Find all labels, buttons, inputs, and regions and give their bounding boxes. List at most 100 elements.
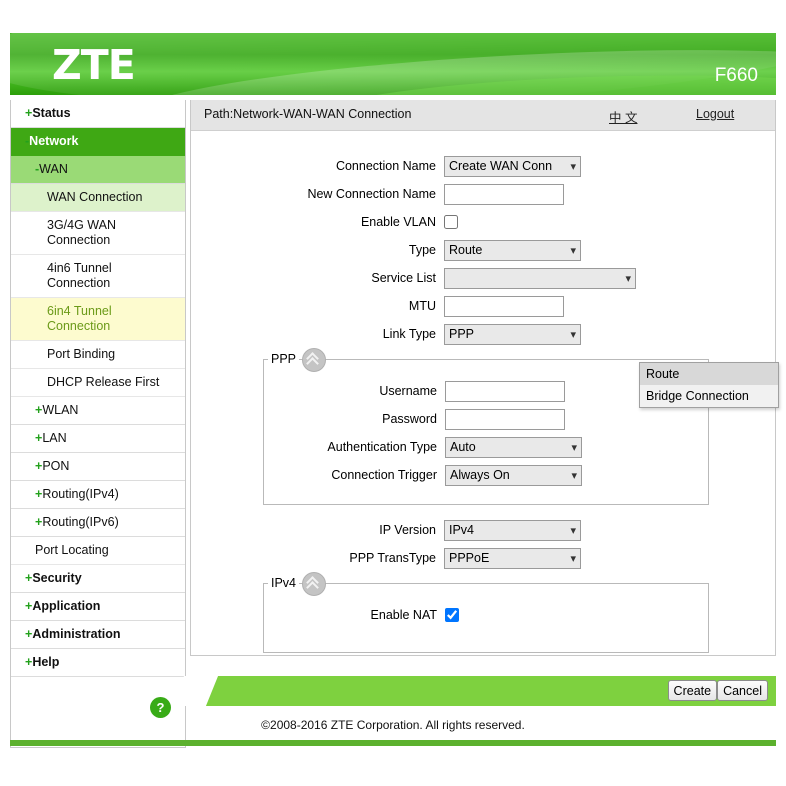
footer-green-bar [10,740,776,746]
sidebar-item-routing-ipv6[interactable]: +Routing(IPv6) [11,509,185,537]
sidebar-item-label: 4in6 Tunnel Connection [47,261,112,290]
connection-trigger-value: Always On [450,467,510,482]
ppp-transtype-label: PPP TransType [349,551,436,565]
connection-name-select[interactable]: Create WAN Conn ▾ [444,155,581,177]
ip-version-label: IP Version [379,523,436,537]
sidebar-nav: +Status -Network -WAN WAN Connection 3G/4G W… [10,100,186,748]
sidebar-item-label: 6in4 Tunnel Connection [47,304,112,333]
sidebar-item-lan[interactable]: +LAN [11,425,185,453]
chevron-down-icon: ▾ [570,328,576,341]
ipv4-section: IPv4 Enable NAT [263,572,709,653]
sidebar-item-routing-ipv4[interactable]: +Routing(IPv4) [11,481,185,509]
ip-version-value: IPv4 [449,522,475,537]
chevron-down-icon: ▾ [570,160,576,173]
password-input[interactable] [445,408,565,430]
type-dropdown-menu[interactable]: Route Bridge Connection [639,362,779,408]
enable-vlan-field [444,215,458,230]
service-list-label: Service List [371,271,436,285]
connection-name-value: Create WAN Conn [449,158,553,173]
sidebar-item-3g-4g-wan-connection[interactable]: 3G/4G WAN Connection [11,212,185,255]
cancel-button[interactable]: Cancel [717,680,768,701]
sidebar-item-port-locating[interactable]: Port Locating [11,537,185,565]
row-type: Type Route ▾ [191,237,775,263]
sidebar-item-label: Application [32,599,101,613]
type-label: Type [408,243,436,257]
row-ip-version: IP Version IPv4 ▾ [191,517,775,543]
action-bar: Create Cancel [171,676,776,706]
sidebar-item-help[interactable]: +Help [11,649,185,677]
chevron-down-icon: ▾ [625,272,631,285]
type-field: Route ▾ [444,239,581,261]
connection-name-field: Create WAN Conn ▾ [444,155,581,177]
connection-trigger-label: Connection Trigger [331,468,437,482]
sidebar-item-4in6-tunnel-connection[interactable]: 4in6 Tunnel Connection [11,255,185,298]
enable-nat-label: Enable NAT [370,608,437,622]
enable-vlan-checkbox[interactable] [444,215,458,230]
connection-name-label: Connection Name [335,159,436,173]
breadcrumb-bar: Path:Network-WAN-WAN Connection 中 文 Logo… [191,100,775,131]
device-model-label: F660 [714,65,758,86]
enable-vlan-label: Enable VLAN [360,215,436,229]
ip-version-select[interactable]: IPv4 ▾ [444,519,581,541]
sidebar-item-label: WAN [39,162,68,176]
service-list-select[interactable]: ▾ [444,267,636,289]
language-switch-link[interactable]: 中 文 [609,107,637,126]
sidebar-item-label: DHCP Release First [47,375,160,389]
sidebar-item-label: Network [29,134,79,148]
ppp-section-title: PPP [268,352,300,366]
ipv4-section-title: IPv4 [268,576,300,590]
dropdown-option-bridge-connection[interactable]: Bridge Connection [640,385,778,407]
sidebar-item-administration[interactable]: +Administration [11,621,185,649]
enable-nat-checkbox[interactable] [445,608,459,623]
sidebar-item-application[interactable]: +Application [11,593,185,621]
link-type-value: PPP [449,326,475,341]
chevron-down-icon: ▾ [571,469,577,482]
sidebar-item-security[interactable]: +Security [11,565,185,593]
chevron-double-up-icon[interactable] [302,572,326,596]
chevron-double-up-icon[interactable] [302,348,326,372]
action-buttons: Create Cancel [667,680,768,701]
sidebar-item-list: +Status -Network -WAN WAN Connection 3G/4G W… [11,100,185,677]
sidebar-item-label: Security [32,571,82,585]
logout-link[interactable]: Logout [696,107,734,121]
sidebar-item-port-binding[interactable]: Port Binding [11,341,185,369]
dropdown-option-route[interactable]: Route [640,363,778,385]
mtu-field [444,295,564,317]
password-label: Password [382,412,437,426]
mtu-label: MTU [408,299,436,313]
mtu-input[interactable] [444,295,564,317]
sidebar-item-6in4-tunnel-connection[interactable]: 6in4 Tunnel Connection [11,298,185,341]
copyright-text: ©2008-2016 ZTE Corporation. All rights r… [261,718,525,732]
sidebar-item-label: Port Locating [35,543,109,557]
authentication-type-select[interactable]: Auto ▾ [445,436,582,458]
new-connection-name-input[interactable] [444,183,564,205]
sidebar-item-wan[interactable]: -WAN [11,156,185,184]
sidebar-item-label: PON [42,459,70,473]
sidebar-item-network[interactable]: -Network [11,128,185,156]
connection-trigger-field: Always On ▾ [445,464,582,486]
service-list-field: ▾ [444,267,636,289]
sidebar-item-dhcp-release-first[interactable]: DHCP Release First [11,369,185,397]
chevron-down-icon: ▾ [570,552,576,565]
row-new-connection-name: New Connection Name [191,181,775,207]
chevron-down-icon: ▾ [570,244,576,257]
chevron-down-icon: ▾ [571,441,577,454]
sidebar-item-wan-connection[interactable]: WAN Connection [11,184,185,212]
authentication-type-value: Auto [450,439,476,454]
sidebar-item-label: Routing(IPv4) [42,487,119,501]
type-select[interactable]: Route ▾ [444,239,581,261]
breadcrumb: Path:Network-WAN-WAN Connection [204,107,412,121]
help-icon[interactable]: ? [150,697,171,718]
username-input[interactable] [445,380,565,402]
row-connection-trigger: Connection Trigger Always On ▾ [264,462,708,488]
sidebar-item-wlan[interactable]: +WLAN [11,397,185,425]
sidebar-item-status[interactable]: +Status [11,100,185,128]
link-type-select[interactable]: PPP ▾ [444,323,581,345]
sidebar-item-pon[interactable]: +PON [11,453,185,481]
connection-trigger-select[interactable]: Always On ▾ [445,464,582,486]
create-button[interactable]: Create [667,680,718,701]
username-label: Username [379,384,437,398]
zte-logo: ZTE [52,41,136,89]
ppp-transtype-select[interactable]: PPPoE ▾ [444,547,581,569]
sidebar-item-label: Help [32,655,60,669]
